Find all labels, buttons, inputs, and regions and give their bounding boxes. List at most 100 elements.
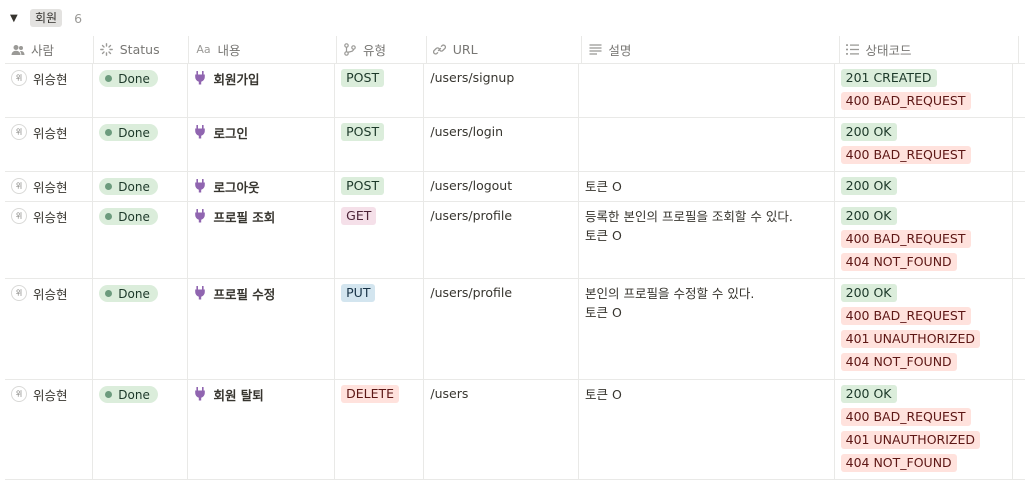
relation-branch-icon <box>343 43 357 57</box>
person-cell[interactable]: 위 위승현 <box>5 64 92 117</box>
page-title-link[interactable]: 회원가입 <box>213 69 259 88</box>
type-cell[interactable]: GET <box>334 202 423 278</box>
type-cell[interactable]: POST <box>334 118 423 171</box>
column-header-desc[interactable]: 설명 <box>581 36 838 63</box>
person-cell[interactable]: 위 위승현 <box>5 118 92 171</box>
description-cell[interactable]: 토큰 O <box>578 380 834 479</box>
status-badge[interactable]: Done <box>99 124 158 141</box>
status-code-cell[interactable]: 200 OK <box>833 172 1012 201</box>
status-code-tag[interactable]: 400 BAD_REQUEST <box>840 408 971 426</box>
description-cell[interactable]: 등록한 본인의 프로필을 조회할 수 있다. 토큰 O <box>578 202 834 278</box>
page-title-link[interactable]: 프로필 수정 <box>213 284 275 303</box>
status-cell[interactable]: Done <box>92 380 187 479</box>
status-code-tag[interactable]: 400 BAD_REQUEST <box>840 230 971 248</box>
status-code-tag[interactable]: 200 OK <box>840 385 897 403</box>
status-code-tag[interactable]: 200 OK <box>840 207 897 225</box>
type-cell[interactable]: DELETE <box>334 380 423 479</box>
method-tag[interactable]: POST <box>341 177 385 195</box>
status-cell[interactable]: Done <box>92 64 187 117</box>
column-header-name[interactable]: Aa 내용 <box>188 36 336 63</box>
status-code-cell[interactable]: 201 CREATED 400 BAD_REQUEST <box>833 64 1012 117</box>
status-code-cell[interactable]: 200 OK 400 BAD_REQUEST 401 UNAUTHORIZED 404… <box>833 279 1012 379</box>
status-badge[interactable]: Done <box>99 285 158 302</box>
table-row[interactable]: 위 위승현 Done 로그인 POST/users/login 200 OK 400 BAD… <box>5 118 1025 172</box>
status-code-tag[interactable]: 404 NOT_FOUND <box>840 253 957 271</box>
status-dot-icon <box>105 75 113 82</box>
url-cell[interactable]: /users <box>423 380 578 479</box>
type-cell[interactable]: PUT <box>334 279 423 379</box>
name-cell[interactable]: 회원가입 <box>187 64 334 117</box>
person-cell[interactable]: 위 위승현 <box>5 172 92 201</box>
description-cell[interactable] <box>578 64 834 117</box>
description-cell[interactable]: 본인의 프로필을 수정할 수 있다. 토큰 O <box>578 279 834 379</box>
status-badge[interactable]: Done <box>99 178 158 195</box>
person-cell[interactable]: 위 위승현 <box>5 202 92 278</box>
column-header-person[interactable]: 사람 <box>5 36 93 63</box>
page-title-link[interactable]: 회원 탈퇴 <box>213 385 263 404</box>
status-code-tag[interactable]: 400 BAD_REQUEST <box>840 92 971 110</box>
method-tag[interactable]: PUT <box>341 284 376 302</box>
status-spinner-icon <box>100 43 114 57</box>
avatar[interactable]: 위 <box>11 70 27 86</box>
status-code-tag[interactable]: 404 NOT_FOUND <box>840 353 957 371</box>
status-code-cell[interactable]: 200 OK 400 BAD_REQUEST 404 NOT_FOUND <box>833 202 1012 278</box>
description-cell[interactable]: 토큰 O <box>578 172 834 201</box>
status-code-tag[interactable]: 404 NOT_FOUND <box>840 454 957 472</box>
column-header-code[interactable]: 상태코드 <box>838 36 1018 63</box>
name-cell[interactable]: 프로필 수정 <box>187 279 334 379</box>
name-cell[interactable]: 로그인 <box>187 118 334 171</box>
method-tag[interactable]: DELETE <box>341 385 400 403</box>
avatar[interactable]: 위 <box>11 178 27 194</box>
status-code-tag[interactable]: 200 OK <box>840 123 897 141</box>
method-tag[interactable]: POST <box>341 123 385 141</box>
name-cell[interactable]: 회원 탈퇴 <box>187 380 334 479</box>
table-row[interactable]: 위 위승현 Done 회원 탈퇴 DELETE/users 토큰 O 200 OK 400 B… <box>5 380 1025 480</box>
status-badge[interactable]: Done <box>99 386 158 403</box>
status-badge[interactable]: Done <box>99 70 158 87</box>
method-tag[interactable]: POST <box>341 69 385 87</box>
avatar[interactable]: 위 <box>11 386 27 402</box>
avatar[interactable]: 위 <box>11 285 27 301</box>
status-cell[interactable]: Done <box>92 172 187 201</box>
column-header-type[interactable]: 유형 <box>336 36 426 63</box>
avatar[interactable]: 위 <box>11 208 27 224</box>
url-cell[interactable]: /users/logout <box>423 172 578 201</box>
person-cell[interactable]: 위 위승현 <box>5 279 92 379</box>
name-cell[interactable]: 프로필 조회 <box>187 202 334 278</box>
group-header[interactable]: ▼ 회원 6 <box>10 8 82 28</box>
person-cell[interactable]: 위 위승현 <box>5 380 92 479</box>
column-header-url[interactable]: URL <box>425 36 582 63</box>
method-tag[interactable]: GET <box>341 207 377 225</box>
status-code-tag[interactable]: 200 OK <box>840 177 897 195</box>
status-badge[interactable]: Done <box>99 208 158 225</box>
column-header-status[interactable]: Status <box>92 36 189 63</box>
status-cell[interactable]: Done <box>92 118 187 171</box>
url-cell[interactable]: /users/signup <box>423 64 578 117</box>
avatar[interactable]: 위 <box>11 124 27 140</box>
type-cell[interactable]: POST <box>334 172 423 201</box>
table-row[interactable]: 위 위승현 Done 프로필 수정 PUT/users/profile 본인의 프로필을 … <box>5 279 1025 380</box>
url-cell[interactable]: /users/profile <box>423 202 578 278</box>
type-cell[interactable]: POST <box>334 64 423 117</box>
table-row[interactable]: 위 위승현 Done 회원가입 POST/users/signup 201 CREATED… <box>5 64 1025 118</box>
status-code-tag[interactable]: 201 CREATED <box>840 69 937 87</box>
url-cell[interactable]: /users/profile <box>423 279 578 379</box>
status-code-tag[interactable]: 200 OK <box>840 284 897 302</box>
status-code-tag[interactable]: 400 BAD_REQUEST <box>840 146 971 164</box>
status-cell[interactable]: Done <box>92 279 187 379</box>
description-cell[interactable] <box>578 118 834 171</box>
status-cell[interactable]: Done <box>92 202 187 278</box>
status-code-cell[interactable]: 200 OK 400 BAD_REQUEST <box>833 118 1012 171</box>
toggle-triangle-icon[interactable]: ▼ <box>10 13 22 24</box>
page-title-link[interactable]: 로그인 <box>213 123 248 142</box>
url-cell[interactable]: /users/login <box>423 118 578 171</box>
status-code-cell[interactable]: 200 OK 400 BAD_REQUEST 401 UNAUTHORIZED 404… <box>833 380 1012 479</box>
status-code-tag[interactable]: 401 UNAUTHORIZED <box>840 431 980 449</box>
status-code-tag[interactable]: 400 BAD_REQUEST <box>840 307 971 325</box>
status-code-tag[interactable]: 401 UNAUTHORIZED <box>840 330 980 348</box>
page-title-link[interactable]: 프로필 조회 <box>213 207 275 226</box>
table-row[interactable]: 위 위승현 Done 로그아웃 POST/users/logout 토큰 O 200 OK <box>5 172 1025 202</box>
name-cell[interactable]: 로그아웃 <box>187 172 334 201</box>
page-title-link[interactable]: 로그아웃 <box>213 177 259 196</box>
table-row[interactable]: 위 위승현 Done 프로필 조회 GET/users/profile 등록한 본인의 프… <box>5 202 1025 279</box>
